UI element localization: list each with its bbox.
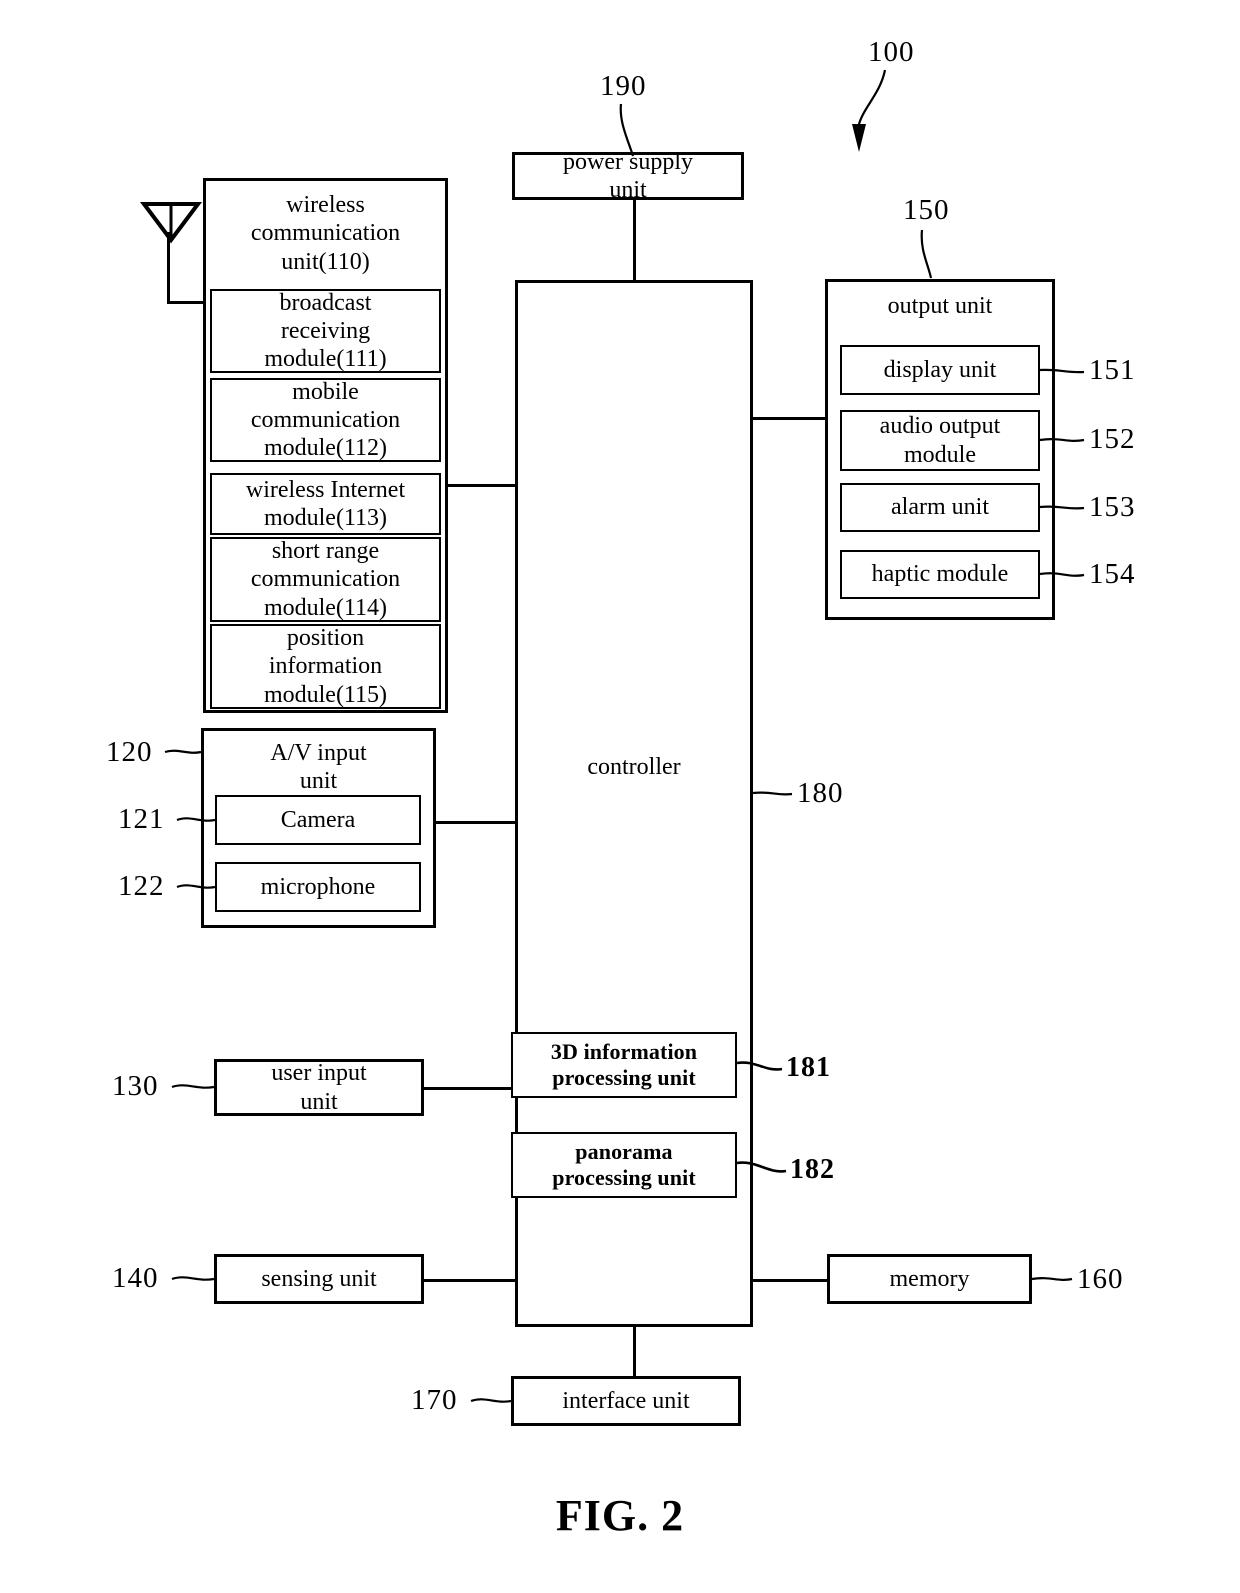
wireless-communication-unit-label: wireless communication unit(110)	[250, 192, 401, 275]
block-position-information-module[interactable]: position information module(115)	[210, 624, 441, 709]
mobile-communication-module-label: mobile communication module(112)	[250, 378, 401, 462]
line-power-to-controller	[633, 200, 636, 282]
block-sensing-unit[interactable]: sensing unit	[214, 1254, 424, 1304]
ref-152: 152	[1089, 423, 1136, 455]
av-input-unit-label: A/V input unit	[270, 740, 367, 795]
block-power-supply-unit[interactable]: power supply unit	[512, 149, 744, 203]
block-interface-unit[interactable]: interface unit	[511, 1376, 741, 1426]
output-unit-label: output unit	[887, 293, 993, 319]
ref-100: 100	[868, 36, 915, 68]
position-information-module-label: position information module(115)	[263, 625, 388, 708]
block-mobile-communication-module[interactable]: mobile communication module(112)	[210, 378, 441, 462]
ref-170: 170	[411, 1384, 458, 1416]
ref-190: 190	[600, 70, 647, 102]
line-sensing-to-controller	[424, 1279, 517, 1282]
audio-output-module-label: audio output module	[879, 413, 1001, 468]
line-antenna-feed	[167, 301, 207, 304]
camera-label: Camera	[280, 806, 356, 833]
3d-information-processing-unit-label: 3D information processing unit	[550, 1039, 698, 1090]
ref-120: 120	[106, 736, 153, 768]
line-controller-to-output	[753, 417, 827, 420]
broadcast-receiving-module-label: broadcast receiving module(111)	[264, 289, 387, 373]
controller-label: controller	[587, 754, 681, 780]
antenna-icon	[140, 202, 202, 244]
display-unit-label: display unit	[883, 356, 997, 383]
block-memory[interactable]: memory	[827, 1254, 1032, 1304]
block-camera[interactable]: Camera	[215, 795, 421, 845]
memory-label: memory	[889, 1265, 970, 1292]
ref-130: 130	[112, 1070, 159, 1102]
block-alarm-unit[interactable]: alarm unit	[840, 483, 1040, 532]
block-short-range-communication-module[interactable]: short range communication module(114)	[210, 537, 441, 622]
block-user-input-unit[interactable]: user input unit	[214, 1059, 424, 1116]
ref-160: 160	[1077, 1263, 1124, 1295]
ref-150: 150	[903, 194, 950, 226]
power-supply-unit-label: power supply unit	[563, 148, 693, 203]
block-haptic-module[interactable]: haptic module	[840, 550, 1040, 599]
user-input-unit-label: user input unit	[271, 1060, 367, 1115]
ref-151: 151	[1089, 354, 1136, 386]
block-microphone[interactable]: microphone	[215, 862, 421, 912]
block-display-unit[interactable]: display unit	[840, 345, 1040, 395]
interface-unit-label: interface unit	[562, 1387, 690, 1414]
block-audio-output-module[interactable]: audio output module	[840, 410, 1040, 471]
ref-153: 153	[1089, 491, 1136, 523]
ref-122: 122	[118, 870, 165, 902]
block-broadcast-receiving-module[interactable]: broadcast receiving module(111)	[210, 289, 441, 373]
line-controller-to-memory	[753, 1279, 827, 1282]
ref-140: 140	[112, 1262, 159, 1294]
line-userinput-to-controller	[424, 1087, 517, 1090]
ref-154: 154	[1089, 558, 1136, 590]
ref-121: 121	[118, 803, 165, 835]
microphone-label: microphone	[260, 873, 376, 900]
short-range-communication-module-label: short range communication module(114)	[250, 538, 401, 621]
block-panorama-processing-unit[interactable]: panorama processing unit	[511, 1132, 737, 1198]
alarm-unit-label: alarm unit	[891, 494, 989, 521]
block-wireless-internet-module[interactable]: wireless Internet module(113)	[210, 473, 441, 535]
panorama-processing-unit-label: panorama processing unit	[552, 1139, 696, 1190]
sensing-unit-label: sensing unit	[261, 1265, 377, 1292]
block-3d-information-processing-unit[interactable]: 3D information processing unit	[511, 1032, 737, 1098]
figure-caption: FIG. 2	[555, 1491, 685, 1540]
ref-182: 182	[790, 1154, 835, 1185]
figure-canvas: power supply unit wireless communication…	[0, 0, 1240, 1593]
ref-181: 181	[786, 1052, 831, 1083]
wireless-internet-module-label: wireless Internet module(113)	[245, 476, 406, 531]
haptic-module-label: haptic module	[871, 561, 1009, 588]
ref-180: 180	[797, 777, 844, 809]
line-av-to-controller	[436, 821, 517, 824]
line-wireless-to-controller	[448, 484, 517, 487]
